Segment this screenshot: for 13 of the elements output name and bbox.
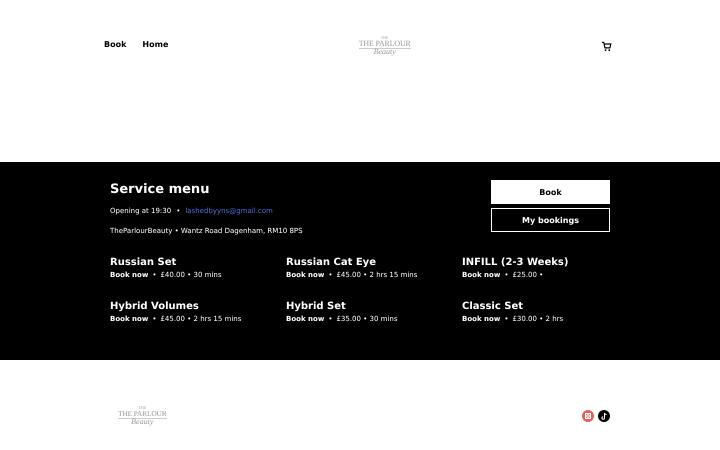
book-button[interactable]: Book: [491, 180, 610, 204]
service-name: Classic Set: [462, 301, 524, 312]
nav-link[interactable]: Home: [142, 40, 168, 49]
service-name: INFILL (2-3 Weeks): [462, 257, 570, 268]
music-note-icon[interactable]: [598, 410, 610, 422]
bookings-button[interactable]: My bookings: [491, 208, 610, 232]
service-name: Russian Set: [110, 257, 178, 268]
service-name: Hybrid Set: [286, 301, 347, 312]
section-title: Service menu: [110, 182, 210, 197]
service-name: Hybrid Volumes: [110, 301, 200, 312]
service-name: Russian Cat Eye: [286, 257, 377, 268]
cart-icon[interactable]: [601, 41, 612, 52]
nav-link[interactable]: Book: [104, 40, 126, 49]
